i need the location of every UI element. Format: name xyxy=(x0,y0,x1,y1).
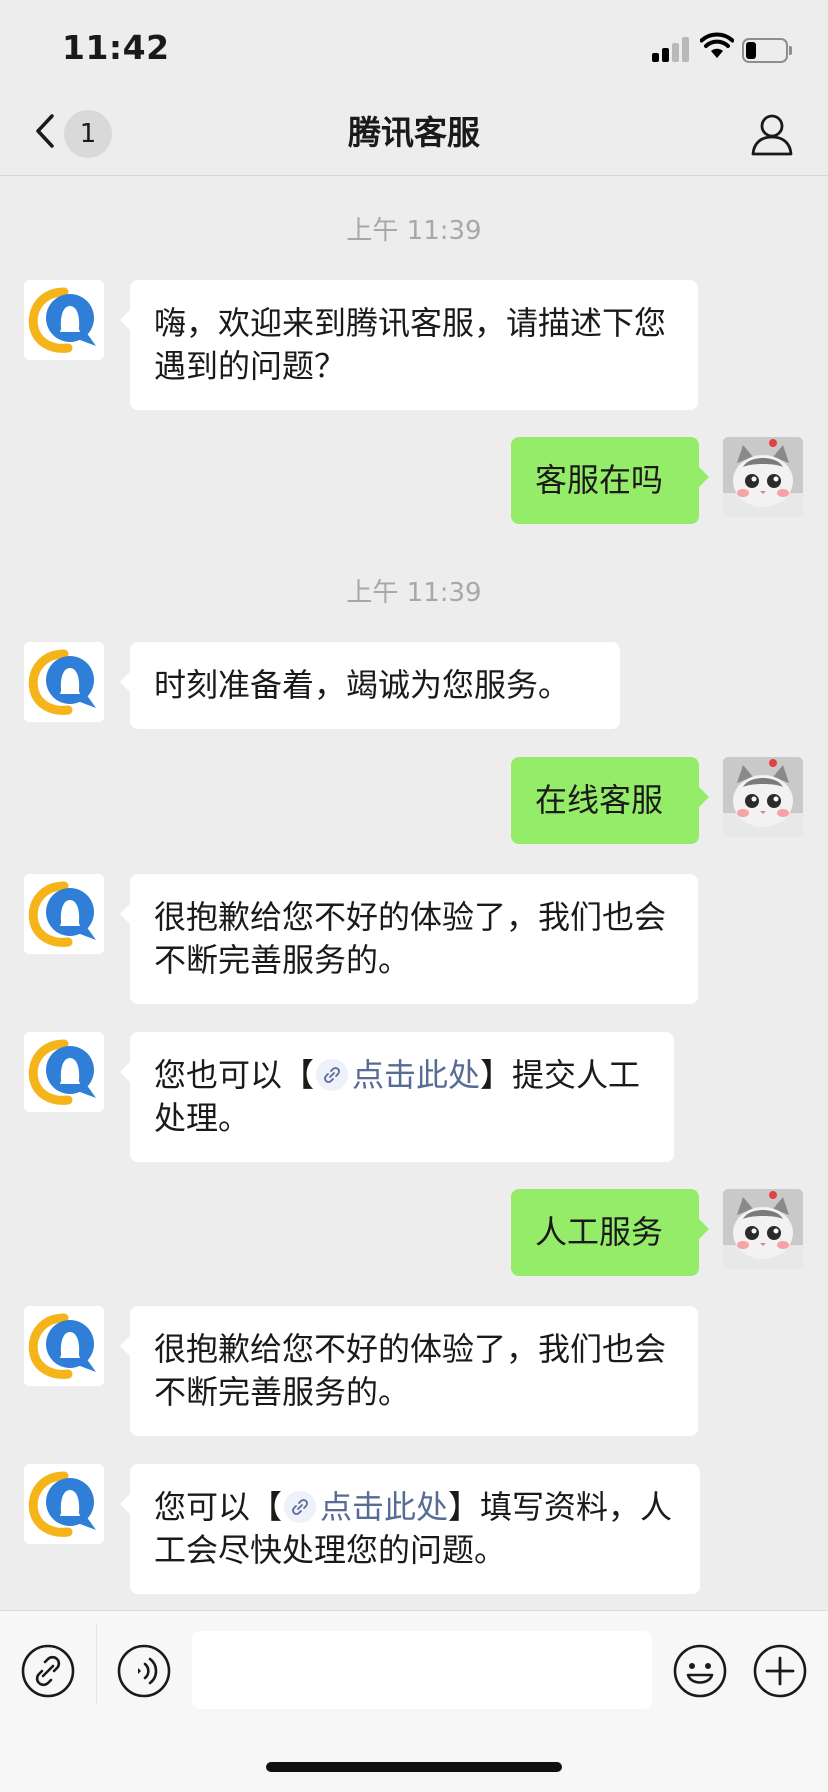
link-menu-icon[interactable] xyxy=(20,1643,76,1699)
bot-message[interactable]: 您可以【 点击此处】填写资料，人工会尽快处理您的问题。 xyxy=(120,1464,700,1594)
message-text: 您可以【 xyxy=(154,1488,283,1526)
cat-avatar[interactable] xyxy=(723,1189,803,1269)
click-here-link[interactable]: 点击此处 xyxy=(320,1488,448,1526)
signal-icon xyxy=(652,36,690,62)
message-text: 您也可以【 xyxy=(154,1056,315,1094)
bot-message[interactable]: 很抱歉给您不好的体验了，我们也会不断完善服务的。 xyxy=(120,1306,698,1436)
bot-avatar[interactable] xyxy=(24,1032,104,1112)
link-icon[interactable] xyxy=(316,1059,349,1091)
user-message[interactable]: 客服在吗 xyxy=(511,437,709,524)
bot-message[interactable]: 您也可以【 点击此处】提交人工处理。 xyxy=(120,1032,674,1162)
click-here-link[interactable]: 点击此处 xyxy=(352,1056,480,1094)
message-input[interactable] xyxy=(192,1631,652,1709)
bot-avatar[interactable] xyxy=(24,1464,104,1544)
page-title: 腾讯客服 xyxy=(348,113,480,152)
timestamp: 上午 11:39 xyxy=(346,578,482,608)
bot-avatar[interactable] xyxy=(24,280,104,360)
user-message[interactable]: 在线客服 xyxy=(511,757,709,844)
cat-avatar[interactable] xyxy=(723,757,803,837)
bot-avatar[interactable] xyxy=(24,874,104,954)
tencent-qq-avatar-icon xyxy=(28,1039,96,1105)
tencent-qq-avatar-icon xyxy=(28,287,96,353)
timestamp: 上午 11:39 xyxy=(346,216,482,246)
tencent-qq-avatar-icon xyxy=(28,881,96,947)
battery-icon xyxy=(742,38,792,63)
tencent-qq-avatar-icon xyxy=(28,1313,96,1379)
person-icon[interactable] xyxy=(748,110,796,158)
user-message[interactable]: 人工服务 xyxy=(511,1189,709,1276)
status-time: 11:42 xyxy=(62,28,170,67)
link-icon[interactable] xyxy=(284,1491,317,1523)
tencent-qq-avatar-icon xyxy=(28,1471,96,1537)
bot-message[interactable]: 很抱歉给您不好的体验了，我们也会不断完善服务的。 xyxy=(120,874,698,1004)
nav-bar: 1 腾讯客服 xyxy=(0,100,828,176)
wifi-icon xyxy=(700,32,734,58)
emoji-icon[interactable] xyxy=(672,1643,728,1699)
divider xyxy=(96,1625,97,1703)
status-bar: 11:42 xyxy=(0,0,828,100)
bot-avatar[interactable] xyxy=(24,1306,104,1386)
voice-icon[interactable] xyxy=(116,1643,172,1699)
bot-message[interactable]: 嗨，欢迎来到腾讯客服，请描述下您遇到的问题？ xyxy=(120,280,698,410)
bot-message[interactable]: 时刻准备着，竭诚为您服务。 xyxy=(120,642,620,729)
home-indicator xyxy=(266,1762,562,1772)
plus-icon[interactable] xyxy=(752,1643,808,1699)
tencent-qq-avatar-icon xyxy=(28,649,96,715)
cat-avatar[interactable] xyxy=(723,437,803,517)
bot-avatar[interactable] xyxy=(24,642,104,722)
